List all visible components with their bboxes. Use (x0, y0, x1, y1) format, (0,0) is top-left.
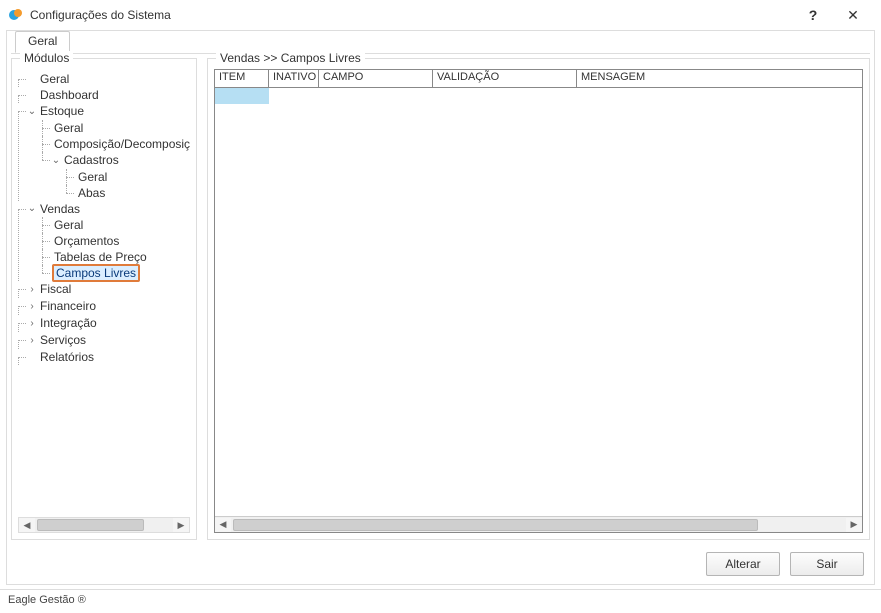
tree-item-vendas[interactable]: ⌄Vendas Geral Orçamentos Tabelas de Preç… (18, 201, 190, 282)
col-campo[interactable]: CAMPO (319, 70, 433, 87)
scroll-right-icon[interactable]: ▶ (846, 518, 862, 532)
col-validacao[interactable]: VALIDAÇÃO (433, 70, 577, 87)
tree-horizontal-scrollbar[interactable]: ◀ ▶ (18, 517, 190, 533)
alterar-button[interactable]: Alterar (706, 552, 780, 576)
col-item[interactable]: ITEM (215, 70, 269, 87)
window-title: Configurações do Sistema (30, 8, 171, 22)
tree-item-integracao[interactable]: ›Integração (18, 315, 190, 332)
status-bar: Eagle Gestão ® (0, 589, 881, 613)
chevron-down-icon[interactable]: ⌄ (50, 153, 62, 169)
modules-tree: Geral Dashboard ⌄Estoque Geral Composiçã… (18, 69, 190, 513)
tree-item-relatorios[interactable]: Relatórios (18, 349, 190, 365)
tree-item-vendas-orcamentos[interactable]: Orçamentos (42, 233, 190, 249)
modules-legend: Módulos (20, 51, 73, 65)
dialog-buttons: Alterar Sair (706, 552, 864, 576)
scroll-left-icon[interactable]: ◀ (19, 518, 35, 532)
tree-item-vendas-tabelas[interactable]: Tabelas de Preço (42, 249, 190, 265)
sair-button[interactable]: Sair (790, 552, 864, 576)
chevron-right-icon[interactable]: › (26, 333, 38, 349)
tree-item-estoque-comp[interactable]: Composição/Decomposição (42, 136, 190, 152)
chevron-down-icon[interactable]: ⌄ (26, 104, 38, 120)
grid-cell-selected[interactable] (215, 88, 269, 104)
scroll-thumb[interactable] (233, 519, 758, 531)
chevron-right-icon[interactable]: › (26, 282, 38, 298)
tree-item-estoque[interactable]: ⌄Estoque Geral Composição/Decomposição ⌄… (18, 103, 190, 201)
tree-item-financeiro[interactable]: ›Financeiro (18, 298, 190, 315)
content-breadcrumb: Vendas >> Campos Livres (216, 51, 365, 65)
chevron-right-icon[interactable]: › (26, 316, 38, 332)
tree-item-estoque-cadastros[interactable]: ⌄Cadastros Geral Abas (42, 152, 190, 201)
scroll-left-icon[interactable]: ◀ (215, 518, 231, 532)
tree-item-dashboard[interactable]: Dashboard (18, 87, 190, 103)
chevron-right-icon[interactable]: › (26, 299, 38, 315)
scroll-thumb[interactable] (37, 519, 144, 531)
status-text: Eagle Gestão ® (8, 594, 86, 606)
help-button[interactable]: ? (793, 0, 833, 30)
tree-item-cadastros-abas[interactable]: Abas (66, 185, 190, 201)
tree-item-geral[interactable]: Geral (18, 71, 190, 87)
modules-groupbox: Módulos Geral Dashboard ⌄Estoque Geral C… (11, 58, 197, 540)
tree-item-fiscal[interactable]: ›Fiscal (18, 281, 190, 298)
col-inativo[interactable]: INATIVO (269, 70, 319, 87)
close-icon: ✕ (847, 7, 859, 24)
tree-item-vendas-campos-livres[interactable]: Campos Livres (42, 265, 190, 281)
grid-horizontal-scrollbar[interactable]: ◀ ▶ (215, 516, 862, 532)
tree-item-servicos[interactable]: ›Serviços (18, 332, 190, 349)
titlebar: Configurações do Sistema ? ✕ (0, 0, 881, 30)
app-icon (8, 7, 24, 23)
close-button[interactable]: ✕ (833, 0, 873, 30)
grid-header: ITEM INATIVO CAMPO VALIDAÇÃO MENSAGEM (215, 70, 862, 88)
tree-item-estoque-geral[interactable]: Geral (42, 120, 190, 136)
col-mensagem[interactable]: MENSAGEM (577, 70, 862, 87)
grid-row[interactable] (215, 88, 862, 104)
tab-geral[interactable]: Geral (15, 31, 70, 53)
chevron-down-icon[interactable]: ⌄ (26, 201, 38, 217)
tree-item-vendas-geral[interactable]: Geral (42, 217, 190, 233)
tab-content: Módulos Geral Dashboard ⌄Estoque Geral C… (11, 53, 870, 540)
content-groupbox: Vendas >> Campos Livres ITEM INATIVO CAM… (207, 58, 870, 540)
scroll-right-icon[interactable]: ▶ (173, 518, 189, 532)
client-area: Geral Módulos Geral Dashboard ⌄Estoque G… (6, 30, 875, 585)
fields-grid[interactable]: ITEM INATIVO CAMPO VALIDAÇÃO MENSAGEM ◀ … (214, 69, 863, 533)
grid-body[interactable] (215, 88, 862, 516)
tab-strip: Geral (15, 30, 70, 52)
tree-item-cadastros-geral[interactable]: Geral (66, 169, 190, 185)
help-icon: ? (809, 7, 818, 23)
